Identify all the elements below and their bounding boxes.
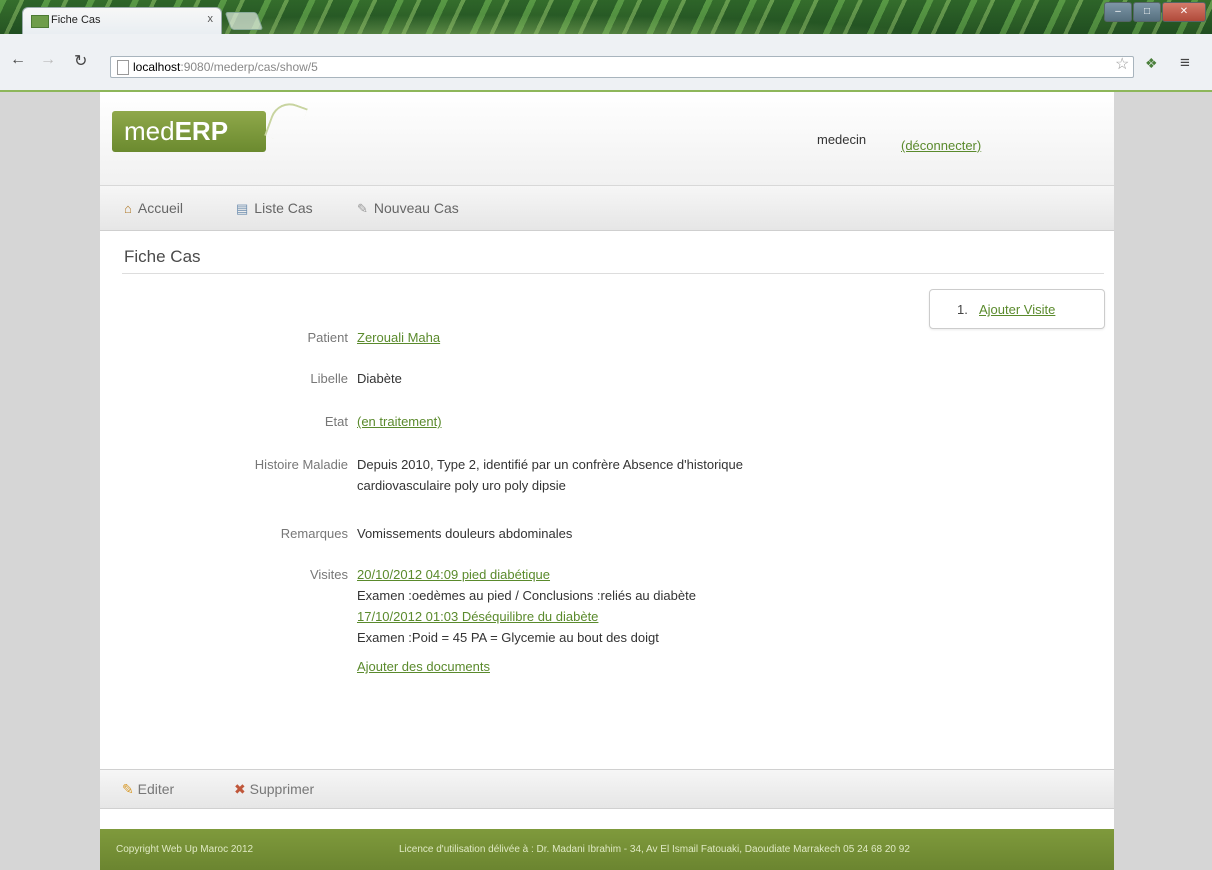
address-bar[interactable]: localhost:9080/mederp/cas/show/5 xyxy=(110,56,1134,78)
star-icon[interactable]: ☆ xyxy=(1115,54,1129,74)
window-close-icon[interactable]: ✕ xyxy=(1162,2,1206,22)
tab-title: Fiche Cas xyxy=(51,14,101,26)
bottom-actions-bar: ✎ Editer ✖ Supprimer xyxy=(100,769,1114,809)
page-title: Fiche Cas xyxy=(124,247,201,266)
visites-list: 20/10/2012 04:09 pied diabétique Examen … xyxy=(357,564,696,648)
edit-button[interactable]: ✎ Editer xyxy=(122,781,174,798)
url-host: localhost xyxy=(133,60,181,74)
etat-link[interactable]: (en traitement) xyxy=(357,414,442,429)
delete-button[interactable]: ✖ Supprimer xyxy=(234,781,314,798)
minimize-icon[interactable]: – xyxy=(1104,2,1132,22)
add-visit-link[interactable]: Ajouter Visite xyxy=(979,302,1055,317)
nav-label: Nouveau Cas xyxy=(373,200,459,216)
nav-liste-cas[interactable]: ▤ Liste Cas xyxy=(236,200,313,217)
forward-icon[interactable]: → xyxy=(40,51,56,69)
nav-nouveau-cas[interactable]: ✎ Nouveau Cas xyxy=(357,200,459,217)
home-icon: ⌂ xyxy=(124,201,132,216)
remarques-label: Remarques xyxy=(280,526,348,541)
extension-icon[interactable]: ❖ xyxy=(1145,55,1158,72)
action-number: 1. xyxy=(957,302,968,317)
etat-label: Etat xyxy=(324,414,348,429)
reload-icon[interactable]: ↻ xyxy=(74,51,87,71)
etat-value: (en traitement) xyxy=(357,411,442,432)
delete-label: Supprimer xyxy=(249,781,315,797)
main-nav: ⌂ Accueil ▤ Liste Cas ✎ Nouveau Cas xyxy=(100,185,1114,231)
visit-link[interactable]: 20/10/2012 04:09 pied diabétique xyxy=(357,567,550,582)
footer-license: Licence d'utilisation délivée à : Dr. Ma… xyxy=(399,844,910,855)
histoire-line: cardiovasculaire poly uro poly dipsie xyxy=(357,478,566,493)
libelle-value: Diabète xyxy=(357,371,402,386)
nav-accueil[interactable]: ⌂ Accueil xyxy=(124,200,183,216)
page-footer: Copyright Web Up Maroc 2012 Licence d'ut… xyxy=(100,829,1114,870)
list-item: 20/10/2012 04:09 pied diabétique xyxy=(357,564,696,585)
tab-close-icon[interactable]: x xyxy=(208,13,214,25)
nav-label: Liste Cas xyxy=(254,200,313,216)
libelle-label: Libelle xyxy=(310,371,348,386)
remarques-value: Vomissements douleurs abdominales xyxy=(357,526,573,541)
menu-icon[interactable]: ≡ xyxy=(1180,53,1190,73)
app-page: medERP medecin (déconnecter) ⌂ Accueil ▤ L… xyxy=(100,92,1114,870)
footer-copyright: Copyright Web Up Maroc 2012 xyxy=(116,844,254,855)
window-controls: – □ ✕ xyxy=(1103,2,1206,22)
histoire-label: Histoire Maladie xyxy=(254,457,348,472)
new-document-icon: ✎ xyxy=(357,201,368,216)
url-path: :9080/mederp/cas/show/5 xyxy=(180,60,318,74)
title-divider xyxy=(122,273,1104,274)
new-tab-button[interactable] xyxy=(224,12,264,30)
delete-icon: ✖ xyxy=(234,781,246,797)
list-icon: ▤ xyxy=(236,201,249,216)
visit-detail: Examen :Poid = 45 PA = Glycemie au bout … xyxy=(357,630,659,645)
edit-icon: ✎ xyxy=(122,781,134,797)
histoire-value: Depuis 2010, Type 2, identifié par un co… xyxy=(357,454,743,496)
action-box: 1. Ajouter Visite xyxy=(929,289,1105,329)
browser-toolbar: ← → ↻ localhost:9080/mederp/cas/show/5 ☆… xyxy=(0,34,1212,92)
logo-text-bold: ERP xyxy=(174,116,229,146)
logout-link[interactable]: (déconnecter) xyxy=(901,138,981,153)
browser-tab[interactable]: Fiche Cas x xyxy=(22,7,222,34)
logo-leaf-icon xyxy=(264,97,308,147)
page-icon xyxy=(117,60,129,75)
app-header: medERP medecin (déconnecter) xyxy=(100,92,1114,185)
patient-link[interactable]: Zerouali Maha xyxy=(357,330,440,345)
list-item: 17/10/2012 01:03 Déséquilibre du diabète xyxy=(357,606,696,627)
add-documents-link[interactable]: Ajouter des documents xyxy=(357,656,490,677)
patient-value: Zerouali Maha xyxy=(357,327,440,348)
histoire-line: Depuis 2010, Type 2, identifié par un co… xyxy=(357,457,743,472)
edit-label: Editer xyxy=(137,781,175,797)
patient-label: Patient xyxy=(307,330,348,345)
visit-detail: Examen :oedèmes au pied / Conclusions :r… xyxy=(357,588,696,603)
browser-titlebar: Fiche Cas x – □ ✕ xyxy=(0,0,1212,34)
nav-label: Accueil xyxy=(137,200,183,216)
logo-text-light: med xyxy=(124,116,175,146)
mederp-logo[interactable]: medERP xyxy=(112,111,266,152)
current-user: medecin xyxy=(817,132,867,147)
url-text: localhost:9080/mederp/cas/show/5 xyxy=(133,60,318,74)
back-icon[interactable]: ← xyxy=(10,51,26,69)
maximize-icon[interactable]: □ xyxy=(1133,2,1161,22)
visit-link[interactable]: 17/10/2012 01:03 Déséquilibre du diabète xyxy=(357,609,598,624)
favicon-icon xyxy=(31,15,49,28)
visites-label: Visites xyxy=(309,567,348,582)
